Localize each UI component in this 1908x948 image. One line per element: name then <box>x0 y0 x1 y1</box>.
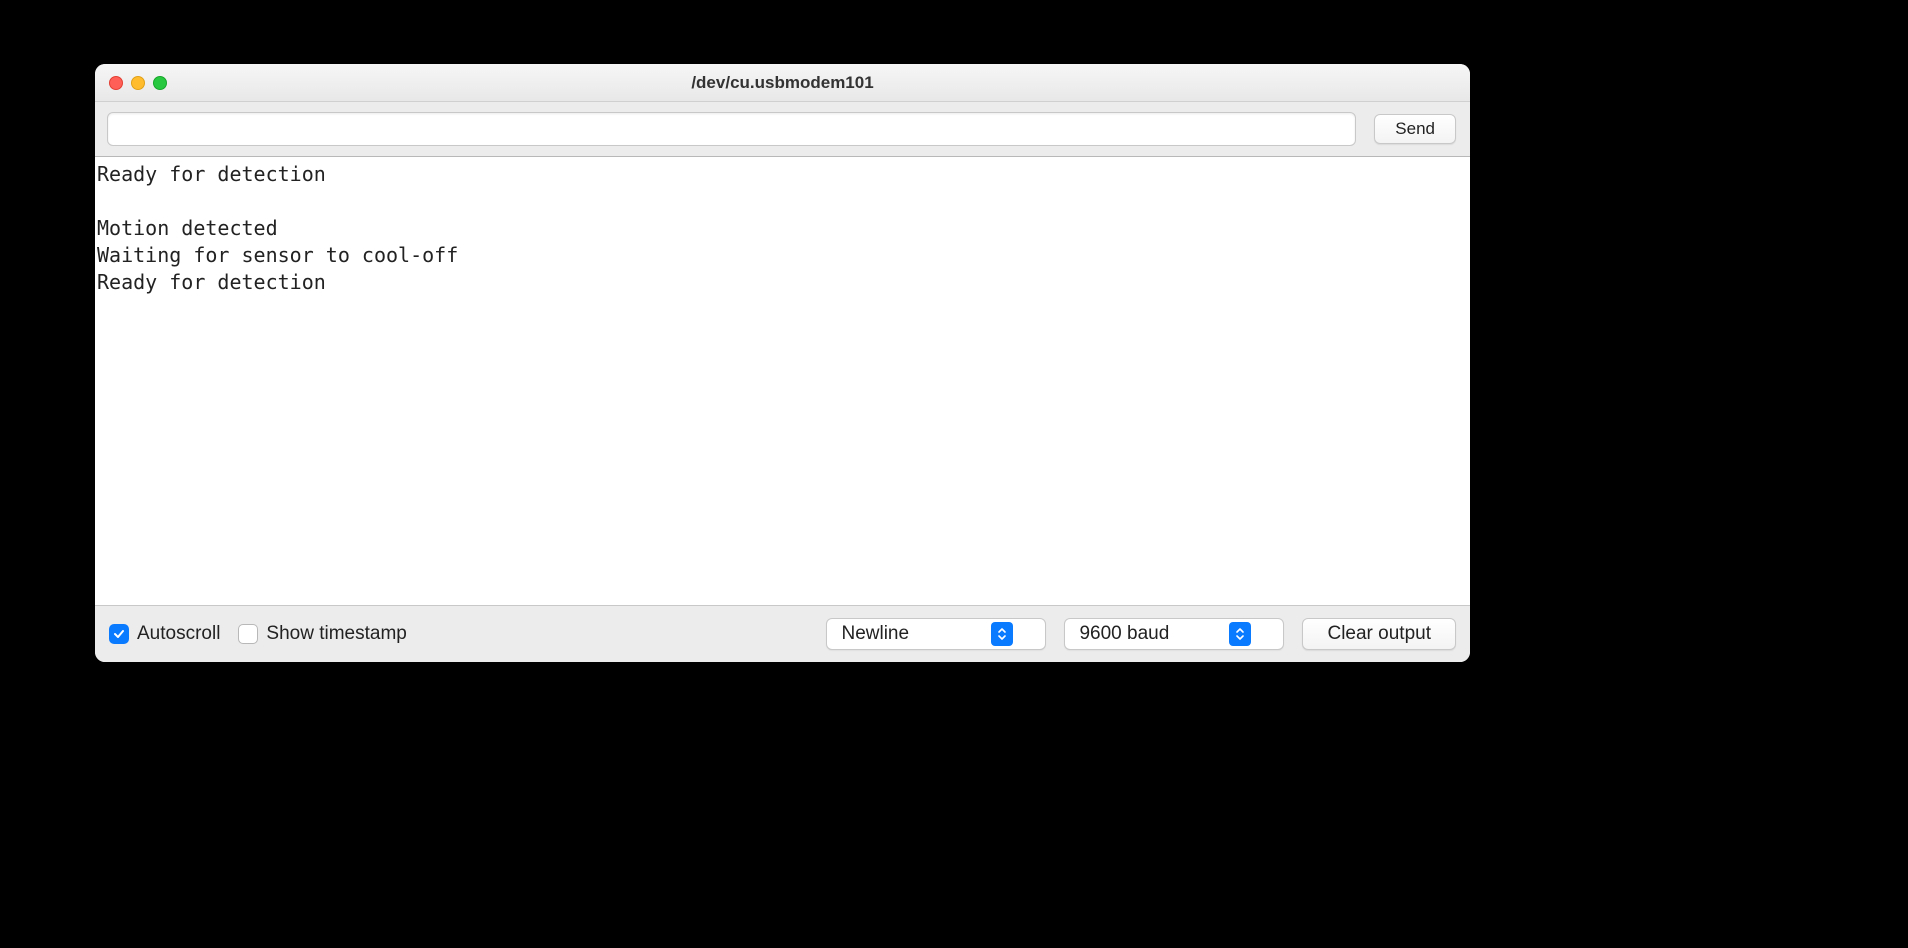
updown-icon <box>991 622 1013 646</box>
autoscroll-label: Autoscroll <box>137 623 220 645</box>
serial-output[interactable]: Ready for detection Motion detected Wait… <box>95 157 1470 606</box>
autoscroll-toggle[interactable]: Autoscroll <box>109 623 220 645</box>
updown-icon <box>1229 622 1251 646</box>
window-title: /dev/cu.usbmodem101 <box>95 73 1470 93</box>
titlebar: /dev/cu.usbmodem101 <box>95 64 1470 102</box>
window-controls <box>95 76 167 90</box>
line-ending-value: Newline <box>841 623 991 645</box>
clear-output-button[interactable]: Clear output <box>1302 618 1456 650</box>
serial-monitor-window: /dev/cu.usbmodem101 Send Ready for detec… <box>95 64 1470 662</box>
autoscroll-checkbox[interactable] <box>109 624 129 644</box>
show-timestamp-label: Show timestamp <box>266 623 406 645</box>
baud-rate-value: 9600 baud <box>1079 623 1229 645</box>
checkmark-icon <box>113 628 125 640</box>
zoom-icon[interactable] <box>153 76 167 90</box>
serial-input[interactable] <box>107 112 1356 146</box>
minimize-icon[interactable] <box>131 76 145 90</box>
baud-rate-select[interactable]: 9600 baud <box>1064 618 1284 650</box>
show-timestamp-checkbox[interactable] <box>238 624 258 644</box>
footer-bar: Autoscroll Show timestamp Newline 9600 b… <box>95 606 1470 662</box>
close-icon[interactable] <box>109 76 123 90</box>
send-button[interactable]: Send <box>1374 114 1456 144</box>
show-timestamp-toggle[interactable]: Show timestamp <box>238 623 406 645</box>
line-ending-select[interactable]: Newline <box>826 618 1046 650</box>
input-row: Send <box>95 102 1470 157</box>
